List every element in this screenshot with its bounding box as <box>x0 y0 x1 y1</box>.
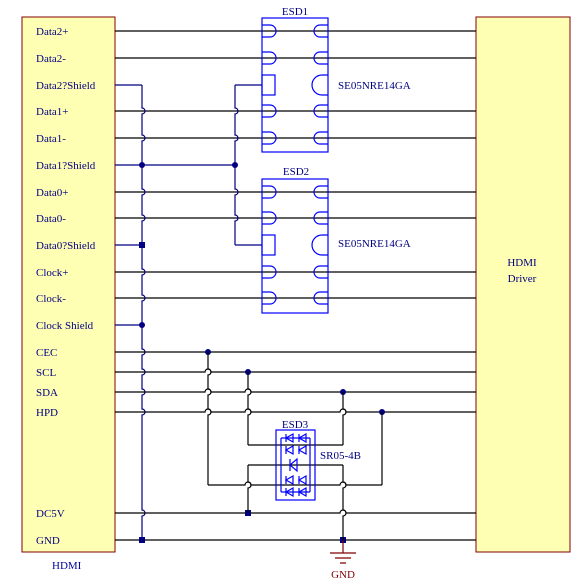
hdmi-connector-box <box>21 16 116 553</box>
diode-icon <box>284 444 294 456</box>
schematic: Data2+ Data2- Data2?Shield Data1+ Data1- Data… <box>21 6 571 581</box>
esd3-part: SR05-4B <box>320 450 361 462</box>
sda-esd-wire <box>342 392 347 445</box>
connector-label: HDMI <box>52 560 82 572</box>
pin-label: DC5V <box>36 508 65 520</box>
scl-esd-wire <box>247 372 252 445</box>
gnd-esd-wire <box>342 465 347 540</box>
esd2-part: SE05NRE14GA <box>338 238 411 250</box>
driver-label-line1: HDMI <box>507 257 537 269</box>
pin-label: Clock- <box>36 293 66 305</box>
esd-pad <box>261 234 276 256</box>
esd3-ref: ESD3 <box>282 419 309 431</box>
pin-label: Data2?Shield <box>36 80 96 92</box>
pin-label: Data1- <box>36 133 66 145</box>
wires <box>115 30 476 564</box>
pin-label: HPD <box>36 407 58 419</box>
shield-bus <box>141 85 146 540</box>
pin-label: CEC <box>36 347 57 359</box>
esd-pad <box>311 234 328 256</box>
sda-wire <box>115 388 476 393</box>
dc5v-esd-wire <box>247 465 252 513</box>
junction <box>139 242 145 248</box>
esd2-ref: ESD2 <box>283 166 309 178</box>
esd1-ref: ESD1 <box>282 6 308 18</box>
esd-pad <box>261 74 276 96</box>
pin-label: Data2- <box>36 53 66 65</box>
pin-label: Data1+ <box>36 106 68 118</box>
pin-label: Clock Shield <box>36 320 94 332</box>
esd3-wire <box>208 481 382 486</box>
pin-label: Data1?Shield <box>36 160 96 172</box>
diode-icon <box>297 444 307 456</box>
diode-icon <box>297 474 307 486</box>
pin-label: Data0?Shield <box>36 240 96 252</box>
scl-wire <box>115 368 476 373</box>
junction <box>139 162 145 168</box>
cec-esd-wire <box>207 352 212 485</box>
ground-icon <box>330 552 356 564</box>
junction <box>139 322 145 328</box>
pin-label: SCL <box>36 367 56 379</box>
esd1-part: SE05NRE14GA <box>338 80 411 92</box>
pin-label: SDA <box>36 387 58 399</box>
junction <box>139 537 145 543</box>
esd-pad <box>311 74 328 96</box>
junction <box>232 162 238 168</box>
hpd-wire <box>115 408 476 413</box>
pin-label: Data0- <box>36 213 66 225</box>
dc5v-wire <box>115 509 476 514</box>
pin-label: GND <box>36 535 60 547</box>
diode-icon <box>284 474 294 486</box>
ground-label: GND <box>331 569 355 581</box>
driver-label-line2: Driver <box>508 273 537 285</box>
pin-label: Data2+ <box>36 26 68 38</box>
pin-label: Clock+ <box>36 267 68 279</box>
pin-label: Data0+ <box>36 187 68 199</box>
